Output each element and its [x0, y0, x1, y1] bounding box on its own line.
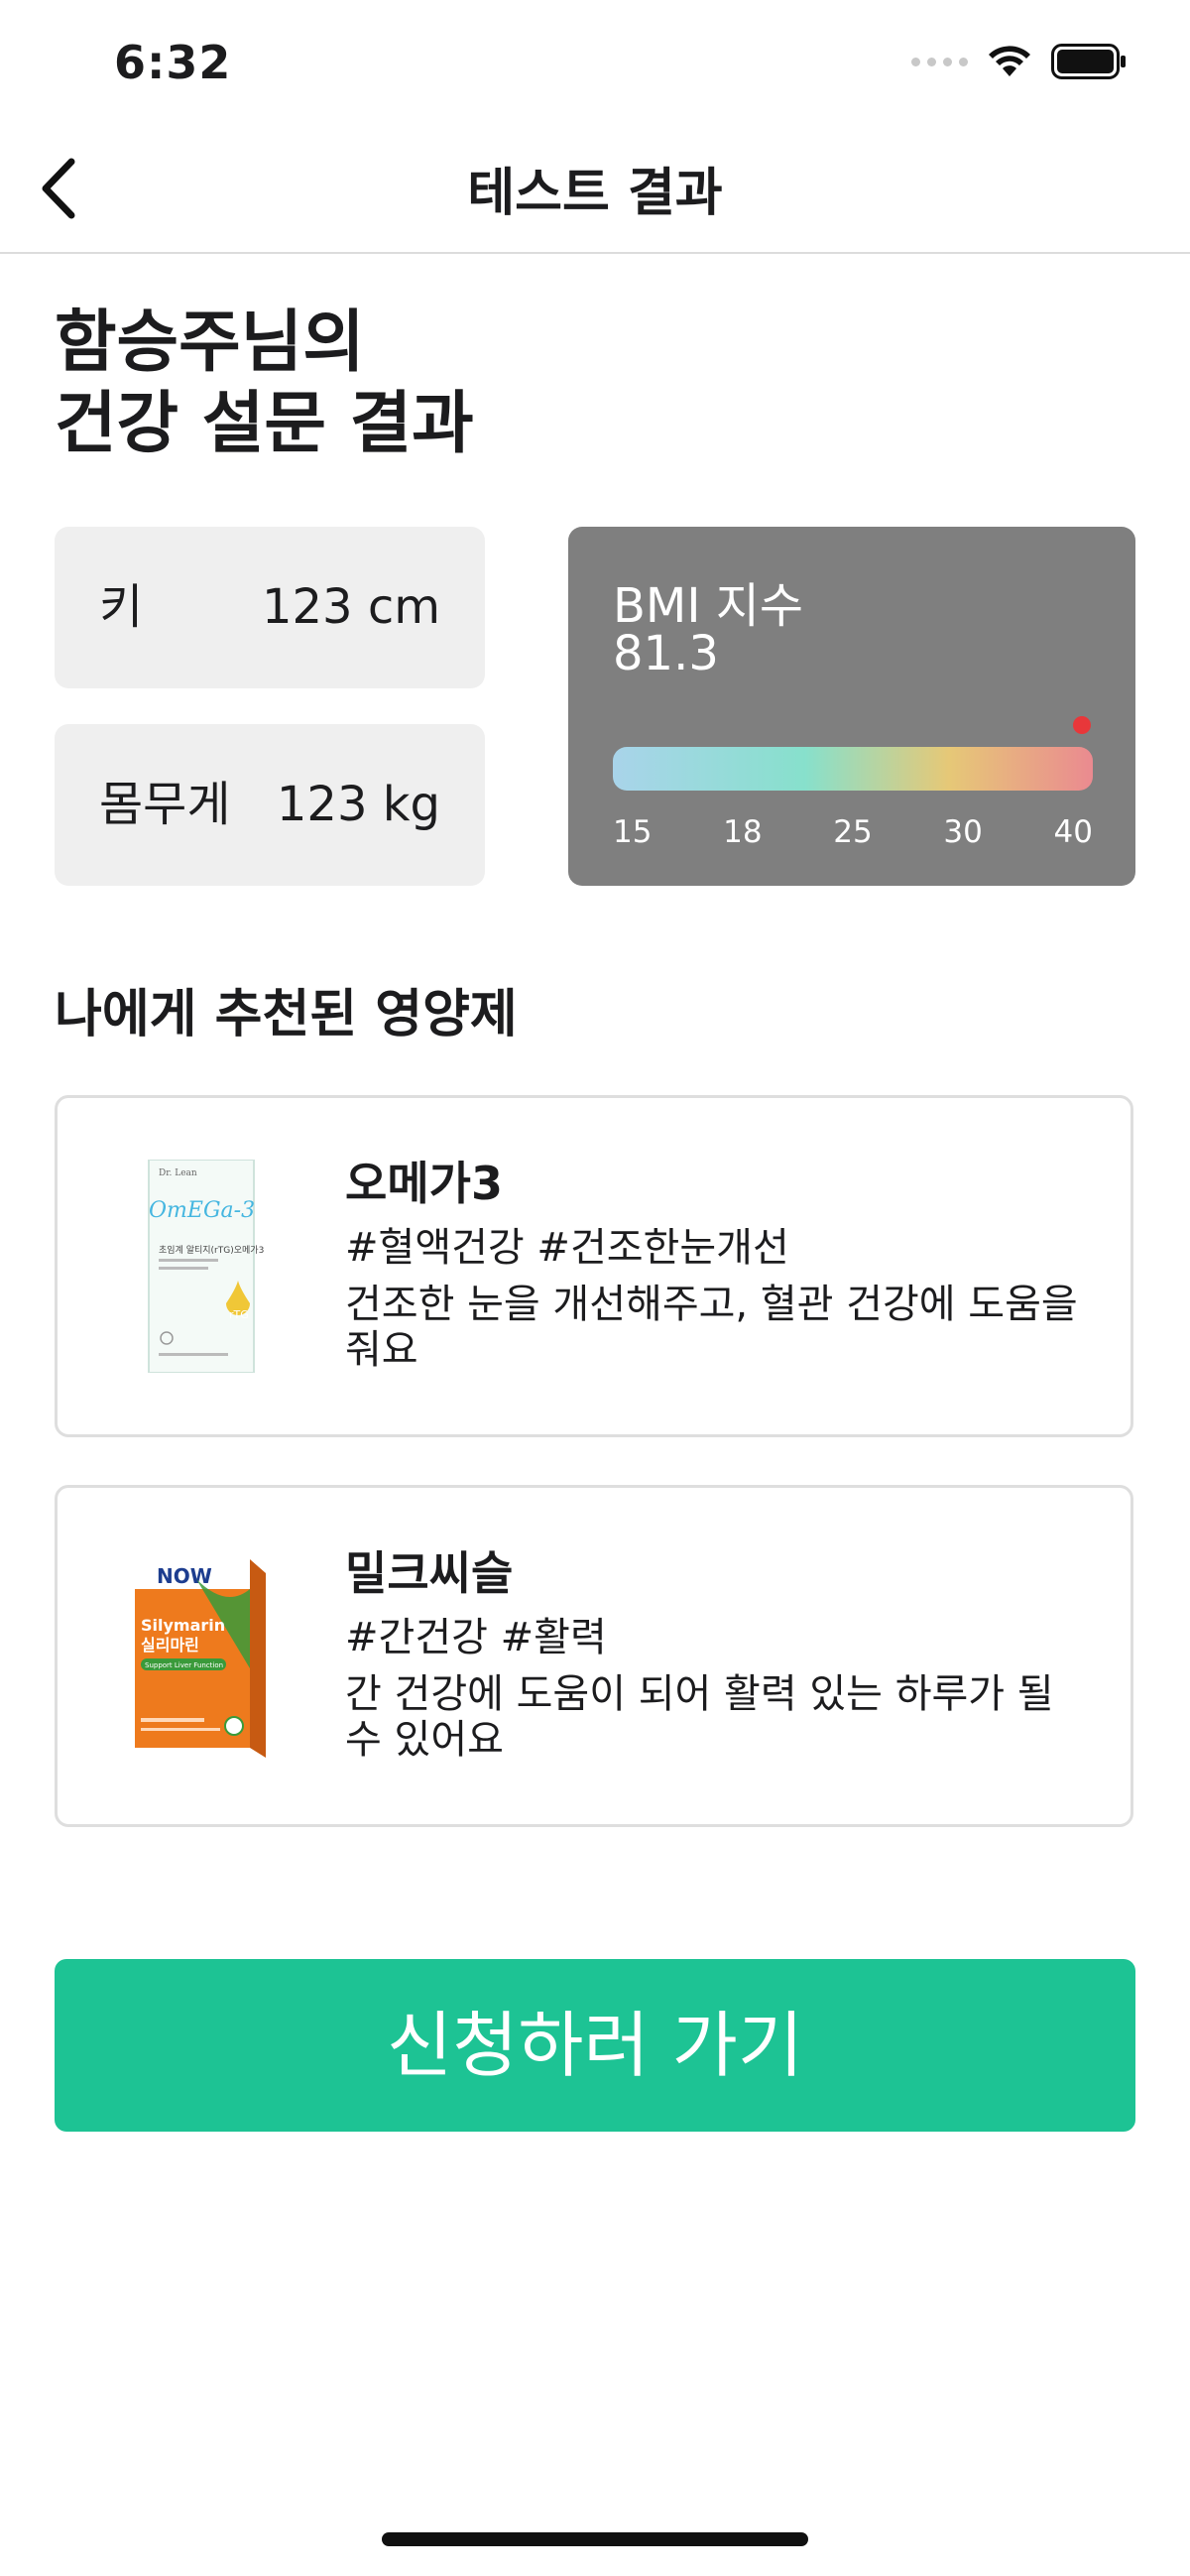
weight-value: 123 kg [276, 777, 440, 832]
bmi-gradient-bar [613, 747, 1093, 791]
height-card: 키 123 cm [55, 527, 485, 688]
product-description: 건조한 눈을 개선해주고, 혈관 건강에 도움을 줘요 [345, 1282, 1078, 1373]
bmi-tick: 15 [613, 814, 653, 850]
bmi-tick: 25 [833, 814, 873, 850]
product-tags: #간건강 #활력 [345, 1615, 607, 1660]
cellular-signal-icon [911, 57, 968, 66]
milk-thistle-band-text: Support Liver Function [145, 1661, 223, 1669]
product-card-milk-thistle[interactable]: NOW Silymarin 실리마린 Support Liver Functio… [55, 1485, 1133, 1827]
milk-thistle-title-en: Silymarin [141, 1616, 225, 1635]
battery-icon [1051, 44, 1126, 79]
milk-thistle-brand-text: NOW [157, 1564, 212, 1588]
bmi-value: 81.3 [613, 626, 719, 681]
weight-card: 몸무게 123 kg [55, 724, 485, 886]
bmi-tick: 40 [1053, 814, 1093, 850]
status-icons [911, 44, 1127, 79]
bmi-tick: 30 [943, 814, 983, 850]
nav-title: 테스트 결과 [467, 164, 723, 223]
wifi-icon [989, 46, 1030, 76]
product-name: 밀크씨슬 [345, 1546, 514, 1600]
omega3-logo-text: OmEGa-3 [149, 1198, 255, 1223]
weight-label: 몸무게 [99, 777, 231, 832]
section-title: 나에게 추천된 영양제 [55, 985, 518, 1044]
bmi-scale: 15 18 25 30 40 [613, 814, 1093, 850]
bmi-card: BMI 지수 81.3 15 18 25 30 40 [568, 527, 1135, 886]
omega3-badge-text: rTG [229, 1308, 249, 1321]
height-label: 키 [99, 579, 144, 635]
bmi-tick: 18 [723, 814, 763, 850]
bmi-marker [1073, 716, 1091, 734]
height-value: 123 cm [261, 579, 440, 635]
home-indicator [382, 2532, 808, 2546]
product-tags: #혈액건강 #건조한눈개선 [345, 1225, 789, 1271]
apply-button[interactable]: 신청하러 가기 [55, 1959, 1135, 2132]
omega3-brand-text: Dr. Lean [159, 1168, 197, 1178]
omega3-box-text: 초임계 알티지(rTG)오메가3 [159, 1244, 264, 1256]
milk-thistle-product-image: NOW Silymarin 실리마린 Support Liver Functio… [135, 1559, 266, 1758]
product-card-omega3[interactable]: Dr. Lean OmEGa-3 초임계 알티지(rTG)오메가3 rTG 오메… [55, 1095, 1133, 1437]
milk-thistle-title-ko: 실리마린 [141, 1636, 199, 1655]
omega3-product-image: Dr. Lean OmEGa-3 초임계 알티지(rTG)오메가3 rTG [148, 1160, 264, 1373]
status-time: 6:32 [114, 36, 232, 89]
product-description: 간 건강에 도움이 되어 활력 있는 하루가 될 수 있어요 [345, 1671, 1054, 1763]
nav-divider [0, 252, 1190, 254]
page-title: 함승주님의 건강 설문 결과 [55, 304, 474, 463]
product-name: 오메가3 [345, 1157, 503, 1210]
